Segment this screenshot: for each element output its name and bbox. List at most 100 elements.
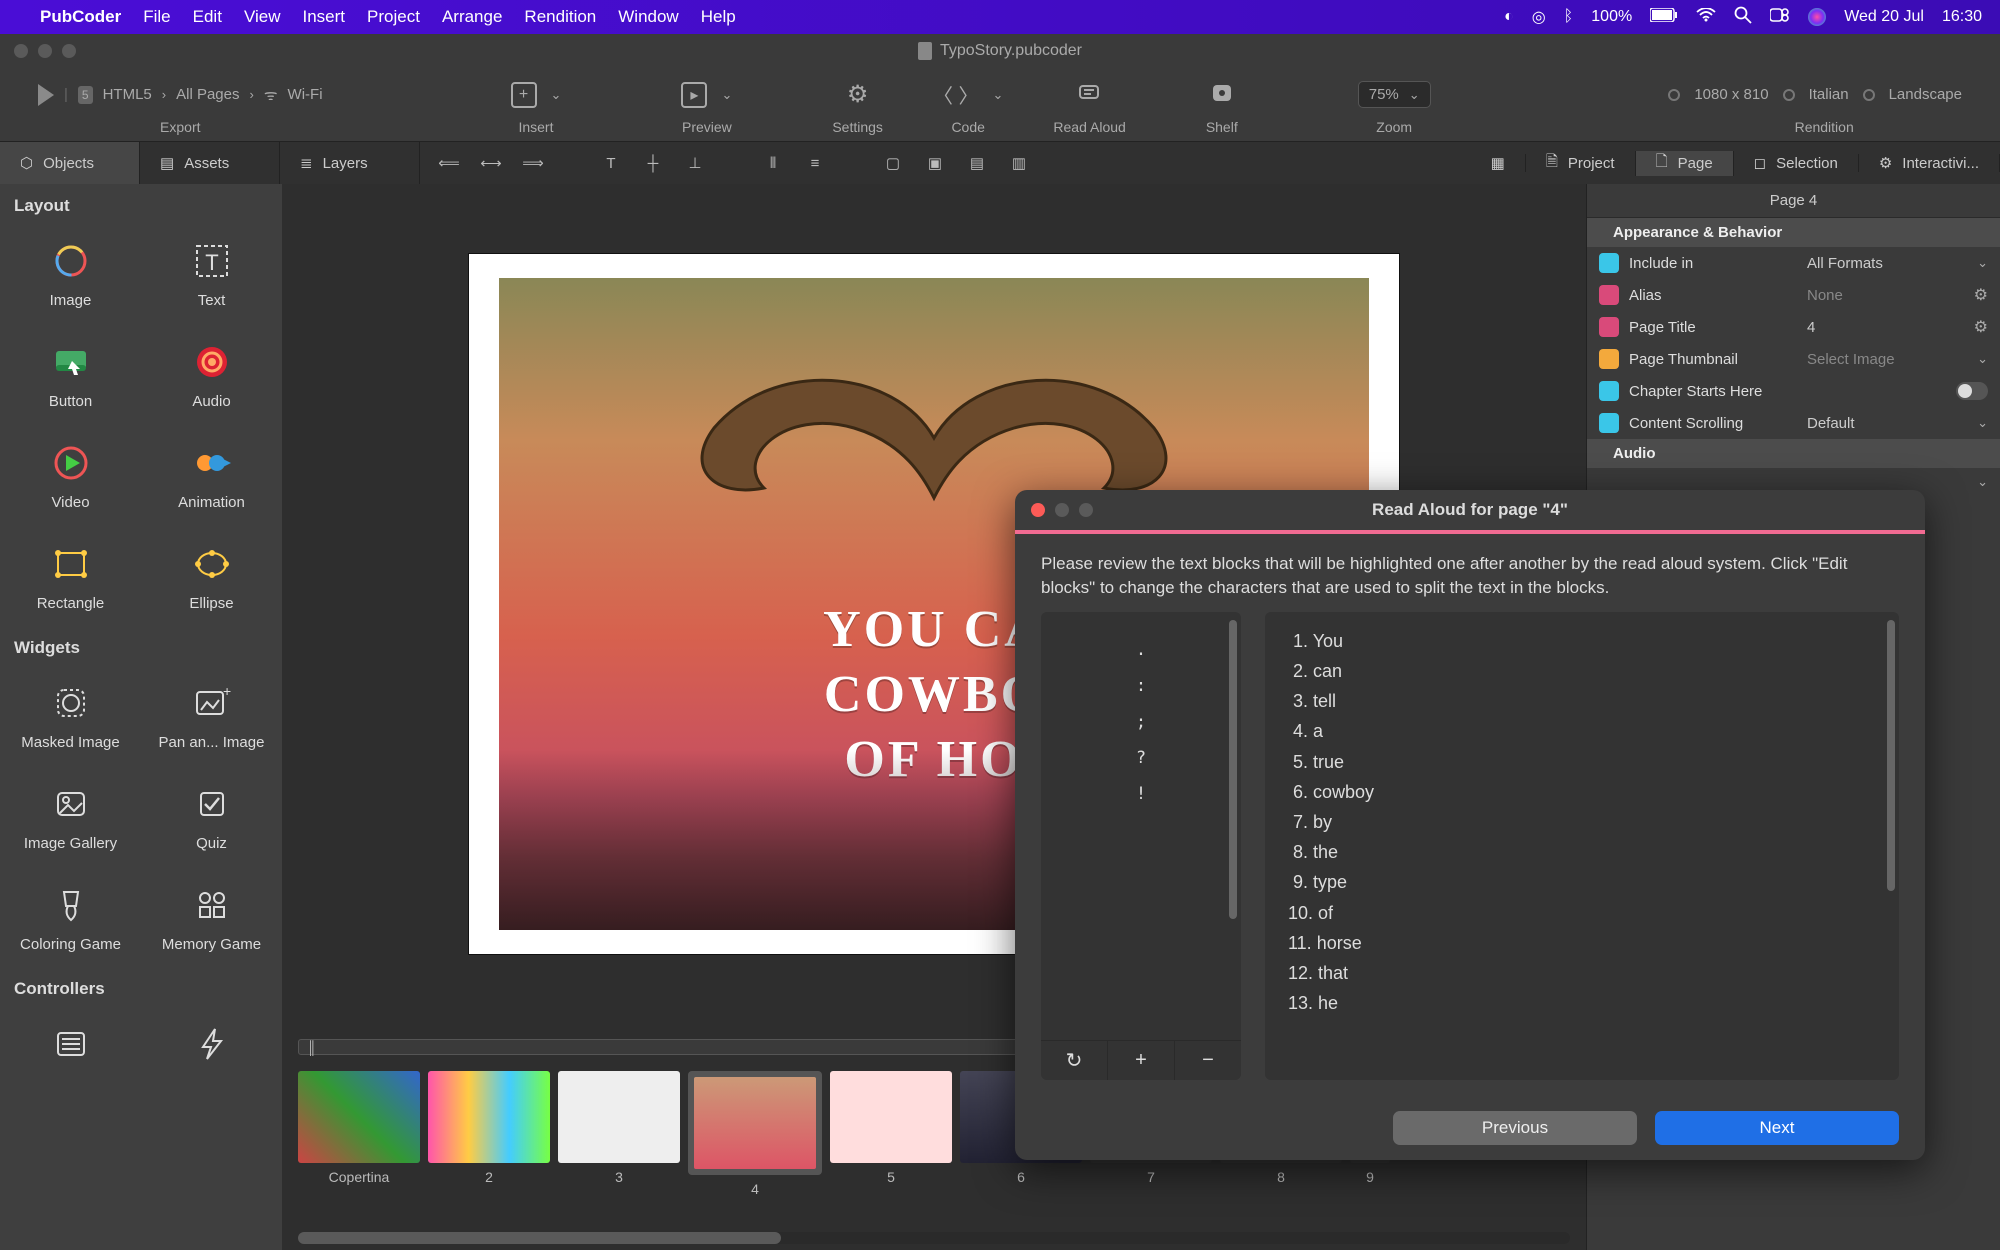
row-alias[interactable]: AliasNone⚙ <box>1587 279 2000 311</box>
code-menu-chevron-icon[interactable]: ⌄ <box>993 87 1004 103</box>
rendition-dim[interactable]: 1080 x 810 <box>1694 86 1768 103</box>
block-line[interactable]: 10. of <box>1283 898 1881 928</box>
menu-rendition[interactable]: Rendition <box>524 7 596 27</box>
widget-quiz[interactable]: Quiz <box>141 765 282 866</box>
align-bottom-icon[interactable]: ⊥ <box>684 152 706 174</box>
block-line[interactable]: 9. type <box>1283 867 1881 897</box>
row-chapter-starts[interactable]: Chapter Starts Here <box>1587 375 2000 407</box>
arrange-front-icon[interactable]: ▢ <box>882 152 904 174</box>
menu-edit[interactable]: Edit <box>193 7 222 27</box>
battery-icon[interactable] <box>1650 8 1678 27</box>
block-line[interactable]: 8. the <box>1283 837 1881 867</box>
splitter-item[interactable]: ? <box>1041 740 1241 776</box>
tab-objects[interactable]: ⬡Objects <box>0 142 140 184</box>
controller-1[interactable] <box>0 1005 141 1079</box>
block-line[interactable]: 7. by <box>1283 807 1881 837</box>
widget-image-gallery[interactable]: Image Gallery <box>0 765 141 866</box>
preview-menu-chevron-icon[interactable]: ⌄ <box>721 87 732 103</box>
dialog-close[interactable] <box>1031 503 1045 517</box>
insert-ellipse[interactable]: Ellipse <box>141 525 282 626</box>
tab-interactivity[interactable]: ⚙Interactivi... <box>1859 154 2000 172</box>
row-include-in[interactable]: Include inAll Formats⌄ <box>1587 247 2000 279</box>
tab-project[interactable]: 🗎Project <box>1526 151 1636 176</box>
tab-page[interactable]: 🗋Page <box>1636 151 1734 176</box>
window-close[interactable] <box>14 44 28 58</box>
splitter-reset-button[interactable]: ↻ <box>1041 1041 1108 1080</box>
block-line[interactable]: 4. a <box>1283 716 1881 746</box>
wifi-icon[interactable] <box>1696 8 1716 27</box>
arrange-forward-icon[interactable]: ▣ <box>924 152 946 174</box>
row-page-title[interactable]: Page Title4⚙ <box>1587 311 2000 343</box>
grid-toggle[interactable]: ▦ <box>1471 154 1526 172</box>
align-left-icon[interactable]: ⟸ <box>438 152 460 174</box>
tab-selection[interactable]: ◻Selection <box>1734 154 1859 172</box>
next-button[interactable]: Next <box>1655 1111 1899 1145</box>
block-line[interactable]: 2. can <box>1283 656 1881 686</box>
menu-project[interactable]: Project <box>367 7 420 27</box>
blocks-list[interactable]: 1. You 2. can 3. tell 4. a 5. true 6. co… <box>1265 612 1899 1080</box>
menu-insert[interactable]: Insert <box>302 7 345 27</box>
insert-menu-chevron-icon[interactable]: ⌄ <box>551 87 562 103</box>
widget-masked-image[interactable]: Masked Image <box>0 664 141 765</box>
play-icon[interactable] <box>38 84 54 106</box>
menubar-time[interactable]: 16:30 <box>1942 8 1982 26</box>
distribute-h-icon[interactable]: ⫴ <box>762 152 784 174</box>
tab-layers[interactable]: ≣Layers <box>280 142 420 184</box>
zoom-picker[interactable]: 75%⌄ <box>1358 81 1431 108</box>
align-center-h-icon[interactable]: ⟷ <box>480 152 502 174</box>
insert-rectangle[interactable]: Rectangle <box>0 525 141 626</box>
insert-video[interactable]: Video <box>0 424 141 525</box>
insert-image[interactable]: Image <box>0 222 141 323</box>
dialog-zoom[interactable] <box>1079 503 1093 517</box>
block-line[interactable]: 5. true <box>1283 747 1881 777</box>
window-zoom[interactable] <box>62 44 76 58</box>
block-line[interactable]: 3. tell <box>1283 686 1881 716</box>
chevron-down-icon[interactable]: ⌄ <box>1977 351 1988 367</box>
shelf-icon[interactable] <box>1209 80 1235 110</box>
insert-button[interactable]: Button <box>0 323 141 424</box>
splitter-item[interactable]: : <box>1041 668 1241 704</box>
read-aloud-icon[interactable] <box>1077 80 1103 110</box>
controller-2[interactable] <box>141 1005 282 1079</box>
rendition-lang-radio[interactable] <box>1783 89 1795 101</box>
preview-icon[interactable]: ▸ <box>681 82 707 108</box>
siri-icon[interactable] <box>1808 8 1826 26</box>
row-page-thumbnail[interactable]: Page ThumbnailSelect Image⌄ <box>1587 343 2000 375</box>
menu-file[interactable]: File <box>143 7 170 27</box>
rendition-lang[interactable]: Italian <box>1809 86 1849 103</box>
block-line[interactable]: 12. that <box>1283 958 1881 988</box>
thumb-3[interactable]: 3 <box>558 1071 680 1185</box>
gear-icon[interactable]: ⚙ <box>1974 285 1988 305</box>
code-icon[interactable]: 〈 〉 <box>933 80 979 109</box>
rendition-orient-radio[interactable] <box>1863 89 1875 101</box>
tab-assets[interactable]: ▤Assets <box>140 142 280 184</box>
splitter-item[interactable]: ! <box>1041 776 1241 812</box>
chevron-down-icon[interactable]: ⌄ <box>1977 255 1988 271</box>
chevron-down-icon[interactable]: ⌄ <box>1977 415 1988 431</box>
widget-memory-game[interactable]: Memory Game <box>141 866 282 967</box>
distribute-v-icon[interactable]: ≡ <box>804 152 826 174</box>
thumb-4[interactable]: 4 <box>688 1071 822 1197</box>
menubar-date[interactable]: Wed 20 Jul <box>1844 8 1924 26</box>
insert-audio[interactable]: Audio <box>141 323 282 424</box>
row-content-scrolling[interactable]: Content ScrollingDefault⌄ <box>1587 407 2000 439</box>
block-line[interactable]: 1. You <box>1283 626 1881 656</box>
splitter-item[interactable]: ; <box>1041 704 1241 740</box>
widget-coloring-game[interactable]: Coloring Game <box>0 866 141 967</box>
chapter-toggle[interactable] <box>1956 382 1988 400</box>
block-line[interactable]: 11. horse <box>1283 928 1881 958</box>
path-format[interactable]: HTML5 <box>103 86 152 103</box>
bluetooth-icon[interactable]: ᛒ <box>1564 8 1574 26</box>
window-minimize[interactable] <box>38 44 52 58</box>
chevron-down-icon[interactable]: ⌄ <box>1977 474 1988 490</box>
dialog-minimize[interactable] <box>1055 503 1069 517</box>
search-icon[interactable] <box>1734 6 1752 29</box>
arrange-backward-icon[interactable]: ▤ <box>966 152 988 174</box>
menu-window[interactable]: Window <box>618 7 678 27</box>
rendition-dim-radio[interactable] <box>1668 89 1680 101</box>
splitter-add-button[interactable]: + <box>1108 1041 1175 1080</box>
align-right-icon[interactable]: ⟹ <box>522 152 544 174</box>
path-pages[interactable]: All Pages <box>176 86 239 103</box>
rendition-orient[interactable]: Landscape <box>1889 86 1962 103</box>
thumb-5[interactable]: 5 <box>830 1071 952 1185</box>
